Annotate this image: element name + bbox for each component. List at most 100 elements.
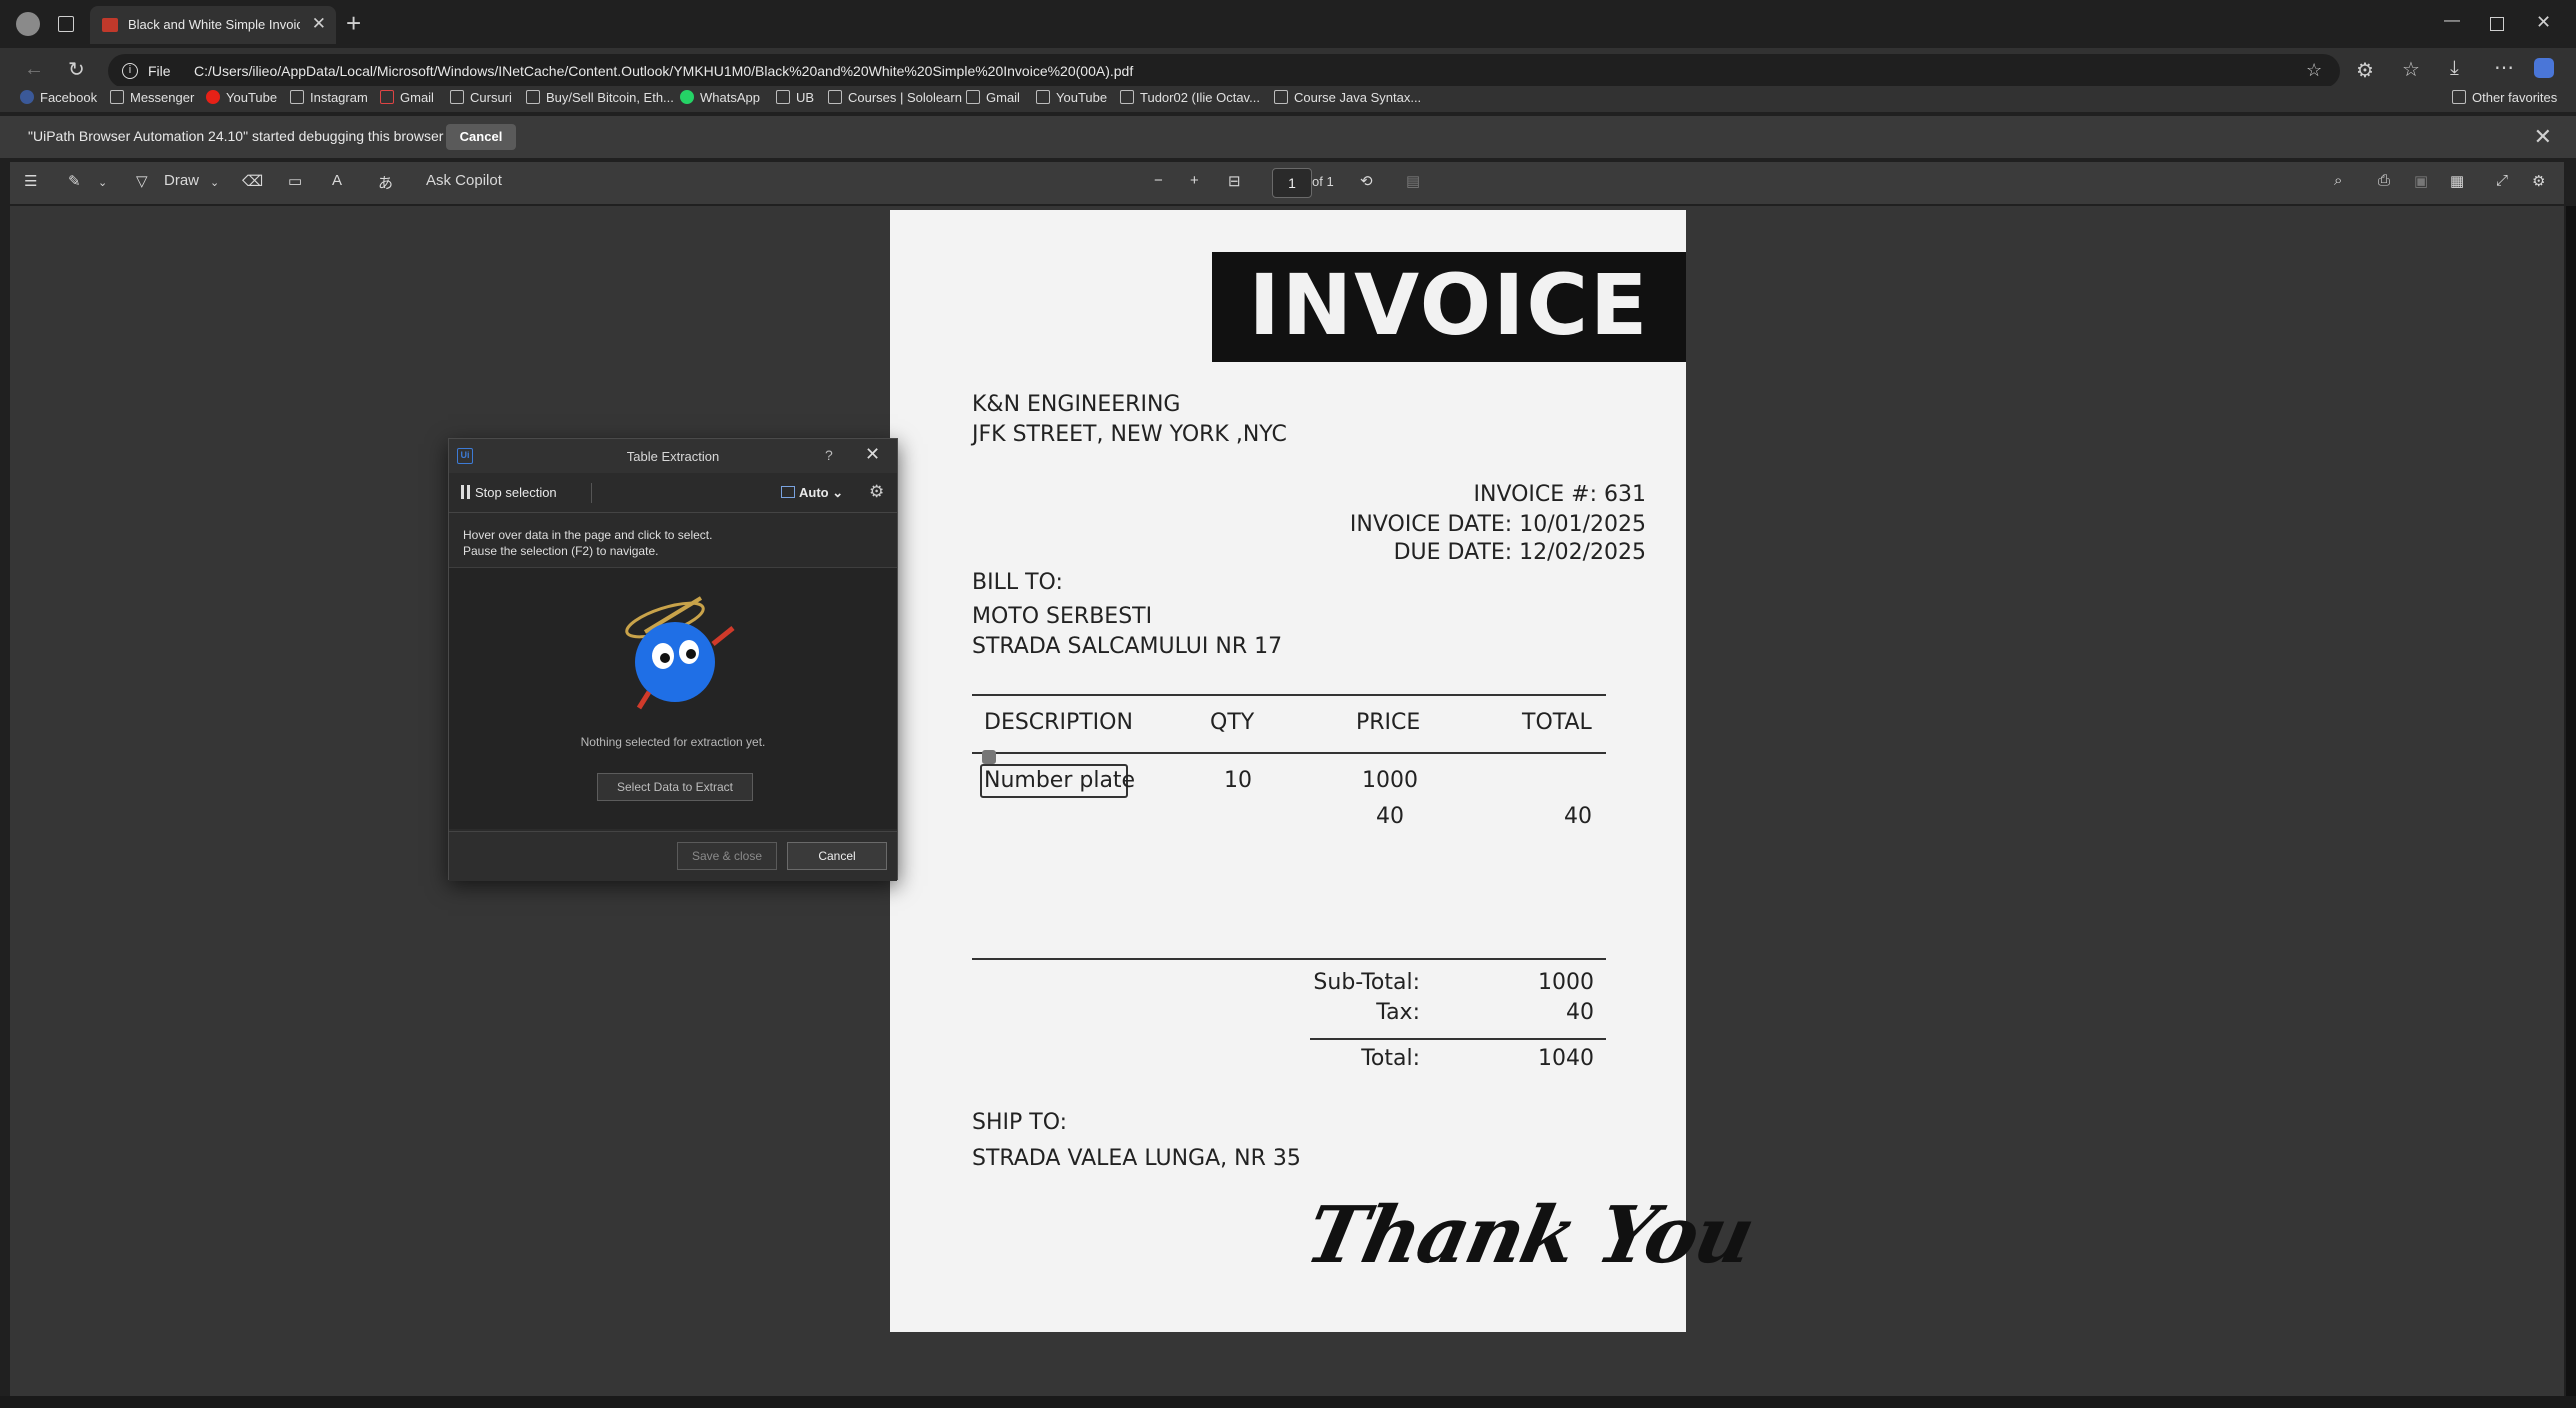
- bookmarks-bar: Facebook Messenger YouTube Instagram Gma…: [0, 86, 2576, 112]
- pause-icon: [461, 485, 470, 499]
- dialog-cancel-button[interactable]: Cancel: [787, 842, 887, 870]
- profile-avatar-icon[interactable]: [16, 12, 40, 36]
- other-favorites[interactable]: Other favorites: [2452, 90, 2557, 105]
- bill-to-label: BILL TO:: [972, 570, 1063, 595]
- debugging-infobar: "UiPath Browser Automation 24.10" starte…: [0, 116, 2576, 158]
- page-number-input[interactable]: 1: [1272, 168, 1312, 198]
- row1-price[interactable]: 1000: [1362, 768, 1418, 793]
- row1-description[interactable]: Number plate: [984, 768, 1135, 793]
- ask-copilot-button[interactable]: Ask Copilot: [426, 172, 502, 189]
- ship-to-label: SHIP TO:: [972, 1110, 1068, 1135]
- find-icon[interactable]: ⌕: [2334, 172, 2342, 189]
- rotate-icon[interactable]: ⟲: [1360, 172, 1373, 190]
- instruction-line-1: Hover over data in the page and click to…: [463, 528, 713, 542]
- close-infobar-icon[interactable]: ✕: [2534, 124, 2552, 150]
- bookmark-facebook[interactable]: Facebook: [20, 90, 97, 105]
- fit-page-icon[interactable]: ⊟: [1228, 172, 1241, 190]
- youtube-icon: [206, 90, 220, 104]
- two-page-icon[interactable]: ▤: [1406, 172, 1420, 190]
- bookmark-buysell-bitcoin[interactable]: Buy/Sell Bitcoin, Eth...: [526, 90, 674, 105]
- subtotal-value: 1000: [1538, 970, 1594, 995]
- close-dialog-icon[interactable]: ✕: [865, 444, 880, 465]
- tax-label: Tax:: [1376, 1000, 1420, 1025]
- close-window-icon[interactable]: ✕: [2536, 12, 2551, 33]
- settings-gear-icon[interactable]: ⚙: [2532, 172, 2545, 190]
- dialog-settings-icon[interactable]: ⚙: [869, 482, 884, 502]
- draw-dropdown-icon[interactable]: ⌄: [210, 176, 219, 189]
- address-bar[interactable]: i File C:/Users/ilieo/AppData/Local/Micr…: [108, 54, 2340, 88]
- bookmark-instagram[interactable]: Instagram: [290, 90, 368, 105]
- bookmark-gmail[interactable]: Gmail: [380, 90, 434, 105]
- workspaces-icon[interactable]: [58, 16, 74, 32]
- translate-icon[interactable]: あ: [378, 172, 393, 193]
- table-extraction-dialog: Ui Table Extraction ? ✕ Stop selection A…: [448, 438, 898, 881]
- zoom-out-icon[interactable]: −: [1154, 172, 1163, 189]
- fullscreen-icon[interactable]: ⤢: [2496, 172, 2508, 189]
- save-icon[interactable]: ▣: [2414, 172, 2428, 190]
- minimize-icon[interactable]: —: [2444, 12, 2460, 30]
- address-url[interactable]: C:/Users/ilieo/AppData/Local/Microsoft/W…: [194, 63, 1133, 79]
- invoice-number: INVOICE #: 631: [1473, 482, 1647, 507]
- folder-icon: [776, 90, 790, 104]
- company-address: JFK STREET, NEW YORK ,NYC: [972, 422, 1287, 447]
- page-icon: [450, 90, 464, 104]
- company-name: K&N ENGINEERING: [972, 392, 1181, 417]
- bookmark-youtube-2[interactable]: YouTube: [1036, 90, 1107, 105]
- bookmark-java-syntax[interactable]: Course Java Syntax...: [1274, 90, 1421, 105]
- draw-icon[interactable]: ▽: [136, 172, 148, 190]
- help-icon[interactable]: ?: [825, 447, 833, 463]
- highlight-dropdown-icon[interactable]: ⌄: [98, 176, 107, 189]
- selection-anchor-icon: [982, 750, 996, 764]
- extensions-icon[interactable]: ⚙: [2356, 58, 2374, 83]
- invoice-date: INVOICE DATE: 10/01/2025: [1349, 512, 1646, 537]
- page-icon: [1036, 90, 1050, 104]
- stop-selection-button[interactable]: Stop selection: [461, 485, 557, 500]
- bill-to-name: MOTO SERBESTI: [972, 604, 1153, 629]
- draw-button[interactable]: Draw: [164, 172, 199, 189]
- select-data-button[interactable]: Select Data to Extract: [597, 773, 753, 801]
- page-icon: [1120, 90, 1134, 104]
- copilot-icon[interactable]: [2534, 58, 2554, 78]
- dialog-footer: Save & close Cancel: [449, 831, 897, 881]
- tab-title: Black and White Simple Invoice (0: [128, 17, 300, 32]
- restore-icon[interactable]: [2490, 17, 2504, 31]
- bookmark-gmail-2[interactable]: Gmail: [966, 90, 1020, 105]
- row1-qty[interactable]: 10: [1224, 768, 1252, 793]
- eraser-icon[interactable]: ⌫: [242, 172, 263, 190]
- empty-state-message: Nothing selected for extraction yet.: [580, 735, 766, 749]
- row2-total[interactable]: 40: [1564, 804, 1592, 829]
- dialog-header: Ui Table Extraction ? ✕: [449, 439, 897, 473]
- tab-invoice-pdf[interactable]: Black and White Simple Invoice (0 ✕: [90, 6, 336, 44]
- debug-cancel-button[interactable]: Cancel: [446, 124, 516, 150]
- info-icon[interactable]: i: [122, 63, 138, 79]
- back-icon[interactable]: ←: [24, 58, 44, 81]
- close-tab-icon[interactable]: ✕: [312, 14, 326, 34]
- highlight-icon[interactable]: ✎: [68, 172, 81, 190]
- contents-icon[interactable]: ☰: [24, 172, 37, 190]
- bookmark-folder-ub[interactable]: UB: [776, 90, 814, 105]
- refresh-icon[interactable]: ↻: [68, 57, 85, 82]
- more-menu-icon[interactable]: ⋯: [2494, 55, 2514, 80]
- page-icon: [526, 90, 540, 104]
- save-as-icon[interactable]: ▦: [2450, 172, 2464, 190]
- bookmark-whatsapp[interactable]: WhatsApp: [680, 90, 760, 105]
- zoom-in-icon[interactable]: +: [1190, 172, 1199, 189]
- bill-to-address: STRADA SALCAMULUI NR 17: [972, 634, 1283, 659]
- invoice-title-banner: INVOICE: [1212, 252, 1686, 362]
- bookmark-sololearn[interactable]: Courses | Sololearn: [828, 90, 962, 105]
- text-box-icon[interactable]: ▭: [288, 172, 302, 190]
- bookmark-messenger[interactable]: Messenger: [110, 90, 194, 105]
- pdf-toolbar: ☰ ✎ ⌄ ▽ Draw ⌄ ⌫ ▭ A あ Ask Copilot − + ⊟…: [10, 162, 2564, 204]
- row2-price[interactable]: 40: [1376, 804, 1404, 829]
- mode-dropdown[interactable]: Auto ⌄: [799, 485, 843, 501]
- downloads-icon[interactable]: ⤓: [2450, 57, 2459, 80]
- favorites-icon[interactable]: ☆: [2402, 57, 2420, 82]
- bookmark-cursuri[interactable]: Cursuri: [450, 90, 512, 105]
- read-aloud-icon[interactable]: A: [332, 172, 342, 189]
- print-icon[interactable]: ⎙: [2378, 172, 2390, 189]
- save-close-button[interactable]: Save & close: [677, 842, 777, 870]
- bookmark-youtube[interactable]: YouTube: [206, 90, 277, 105]
- bookmark-tudor02[interactable]: Tudor02 (Ilie Octav...: [1120, 90, 1260, 105]
- new-tab-button[interactable]: +: [346, 10, 361, 36]
- favorite-star-icon[interactable]: ☆: [2306, 60, 2322, 81]
